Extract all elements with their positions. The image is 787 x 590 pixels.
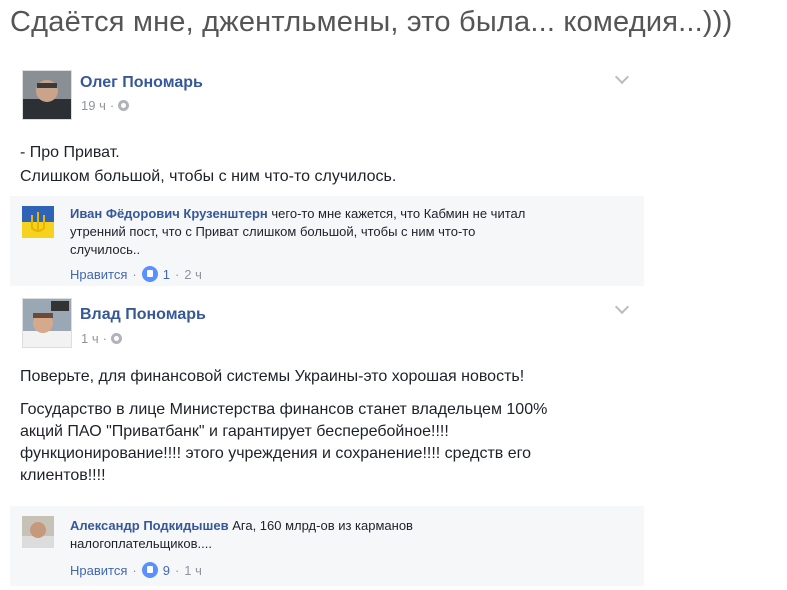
- post-line: функционирование!!!! этого учреждения и …: [20, 445, 532, 462]
- like-link[interactable]: Нравится: [70, 267, 127, 282]
- comment-time[interactable]: 1 ч: [184, 563, 202, 578]
- globe-icon: [118, 100, 130, 111]
- separator: ·: [174, 266, 180, 282]
- post-paragraph: Поверьте, для финансовой системы Украины…: [20, 368, 525, 385]
- post-author-vlad[interactable]: Влад Пономарь: [80, 306, 206, 324]
- comment-actions-alexandr: Нравится · 9 · 1 ч: [70, 562, 202, 578]
- post-line: Слишком большой, чтобы с ним что-то случ…: [20, 168, 397, 185]
- like-icon[interactable]: [141, 266, 158, 282]
- post-text-vlad: Поверьте, для финансовой системы Украины…: [20, 366, 640, 487]
- comment-line: Ага, 160 млрд-ов из карманов: [232, 518, 413, 533]
- caption-title: Сдаётся мне, джентльмены, это была... ко…: [10, 6, 733, 38]
- avatar-photo-icon: [23, 71, 71, 119]
- comment-author-alexandr[interactable]: Александр Подкидышев: [70, 518, 229, 533]
- post-line: акций ПАО "Приватбанк" и гарантирует бес…: [20, 423, 449, 440]
- globe-icon: [110, 333, 122, 344]
- post-time[interactable]: 19 ч: [81, 98, 106, 113]
- like-count[interactable]: 1: [163, 267, 170, 282]
- chevron-down-icon[interactable]: [614, 69, 630, 85]
- meta-separator: ·: [109, 98, 115, 113]
- post-meta-vlad: 1 ч ·: [81, 331, 122, 346]
- post-line: Государство в лице Министерства финансов…: [20, 401, 548, 418]
- comment-line: утренний пост, что с Приват слишком боль…: [70, 224, 476, 239]
- comment-text-alexandr: Александр Подкидышев Ага, 160 млрд-ов из…: [70, 517, 630, 553]
- post-line: клиентов!!!!: [20, 467, 106, 484]
- like-icon[interactable]: [141, 562, 158, 578]
- separator: ·: [132, 562, 137, 578]
- ukraine-trident-icon: [22, 206, 54, 238]
- avatar-oleg[interactable]: [22, 70, 72, 120]
- meta-separator: ·: [102, 331, 107, 346]
- separator: ·: [174, 562, 180, 578]
- avatar-vlad[interactable]: [22, 298, 72, 348]
- chevron-down-icon[interactable]: [614, 299, 630, 315]
- separator: ·: [132, 266, 137, 282]
- comment-line: налогоплательщиков....: [70, 536, 212, 551]
- post-line: - Про Приват.: [20, 144, 120, 161]
- comment-time[interactable]: 2 ч: [184, 267, 202, 282]
- avatar-ivan[interactable]: [22, 206, 54, 238]
- post-time[interactable]: 1 ч: [81, 331, 99, 346]
- like-link[interactable]: Нравится: [70, 563, 127, 578]
- avatar-alexandr[interactable]: [22, 516, 54, 548]
- comment-line: случилось..: [70, 242, 141, 257]
- avatar-photo-icon: [23, 299, 71, 347]
- comment-line: чего-то мне кажется, что Кабмин не читал: [271, 206, 526, 221]
- comment-actions-ivan: Нравится · 1 · 2 ч: [70, 266, 202, 282]
- post-meta-oleg: 19 ч ·: [81, 98, 130, 113]
- like-count[interactable]: 9: [163, 563, 170, 578]
- comment-text-ivan: Иван Фёдорович Крузенштерн чего-то мне к…: [70, 205, 630, 259]
- comment-author-ivan[interactable]: Иван Фёдорович Крузенштерн: [70, 206, 268, 221]
- post-author-oleg[interactable]: Олег Пономарь: [80, 74, 203, 92]
- avatar-photo-icon: [22, 516, 54, 548]
- post-text-oleg: - Про Приват. Слишком большой, чтобы с н…: [20, 142, 396, 188]
